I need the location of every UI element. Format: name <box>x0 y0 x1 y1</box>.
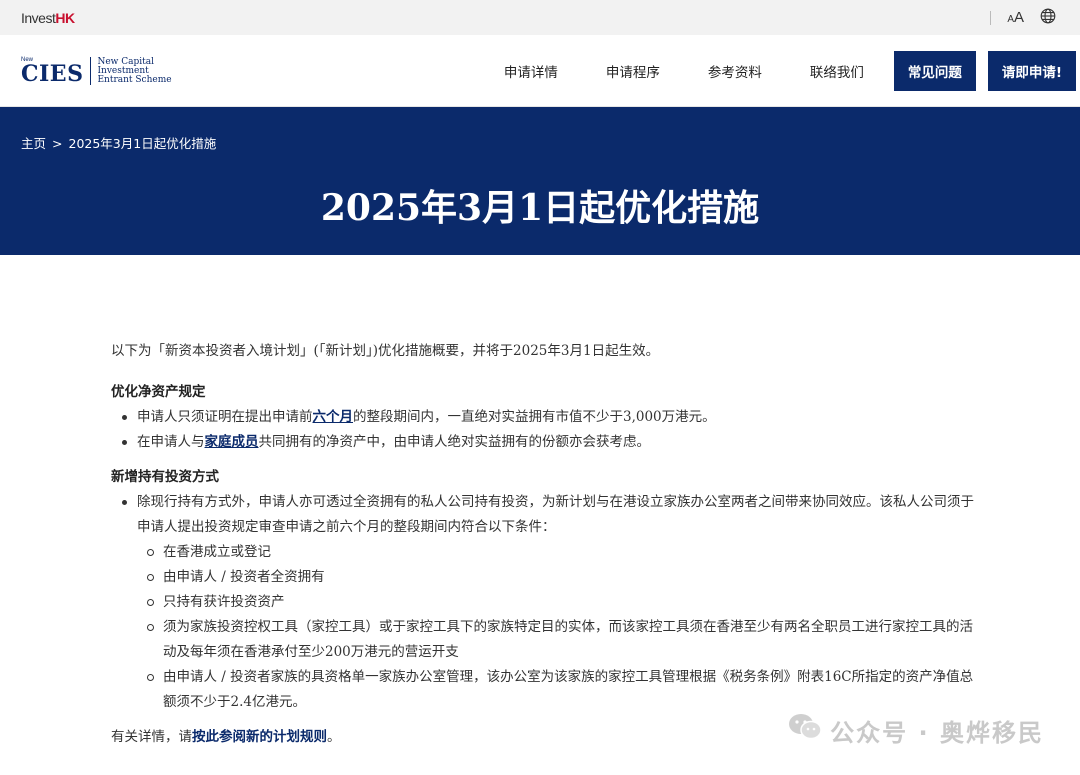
logo-full-name: New Capital Investment Entrant Scheme <box>97 56 172 85</box>
breadcrumb-current: 2025年3月1日起优化措施 <box>68 136 217 151</box>
globe-icon[interactable] <box>1040 8 1056 28</box>
wechat-icon <box>788 712 822 748</box>
faq-button[interactable]: 常见问题 <box>893 50 976 91</box>
sub-list-item: 须为家族投资控权工具（家控工具）或于家控工具下的家族特定目的实体，而该家控工具须… <box>137 615 975 665</box>
sub-list-item: 由申请人 / 投资者家族的具资格单一家族办公室管理，该办公室为该家族的家控工具管… <box>137 665 975 715</box>
intro-paragraph: 以下为「新资本投资者入境计划」(「新计划」)优化措施概要，并将于2025年3月1… <box>111 343 660 359</box>
cies-logo[interactable]: New CIES New Capital Investment Entrant … <box>21 56 172 85</box>
section-title-net-assets: 优化净资产规定 <box>111 384 206 400</box>
nav-application-details[interactable]: 申请详情 <box>480 61 582 81</box>
page-title: 2025年3月1日起优化措施 <box>320 187 760 229</box>
utility-divider <box>990 10 992 25</box>
page-hero: 主页 >2025年3月1日起优化措施 2025年3月1日起优化措施 <box>0 107 1080 255</box>
family-members-link[interactable]: 家庭成员 <box>205 434 259 450</box>
holding-methods-list: 除现行持有方式外，申请人亦可透过全资拥有的私人公司持有投资，为新计划与在港设立家… <box>111 490 975 715</box>
top-utility-bar: InvestHK AA <box>0 0 1080 35</box>
breadcrumb: 主页 >2025年3月1日起优化措施 <box>21 133 216 152</box>
list-item: 在申请人与家庭成员共同拥有的净资产中，由申请人绝对实益拥有的份额亦会获考虑。 <box>111 430 975 455</box>
apply-now-button[interactable]: 请即申请! <box>987 50 1076 91</box>
nav-references[interactable]: 参考资料 <box>684 61 786 81</box>
scheme-rules-link[interactable]: 按此参阅新的计划规则 <box>192 729 327 745</box>
breadcrumb-home[interactable]: 主页 <box>21 136 46 151</box>
watermark: 公众号 · 奥烨移民 <box>788 712 1044 748</box>
investhk-logo[interactable]: InvestHK <box>21 10 75 26</box>
net-assets-list: 申请人只须证明在提出申请前六个月的整段期间内，一直绝对实益拥有市值不少于3,00… <box>111 405 975 455</box>
main-content: 以下为「新资本投资者入境计划」(「新计划」)优化措施概要，并将于2025年3月1… <box>0 255 975 750</box>
main-header: New CIES New Capital Investment Entrant … <box>0 35 1080 107</box>
breadcrumb-separator: > <box>52 136 63 151</box>
nav-application-procedure[interactable]: 申请程序 <box>582 61 684 81</box>
sub-list-item: 只持有获许投资资产 <box>137 590 975 615</box>
conditions-sublist: 在香港成立或登记 由申请人 / 投资者全资拥有 只持有获许投资资产 须为家族投资… <box>137 540 975 715</box>
six-months-link[interactable]: 六个月 <box>313 409 354 425</box>
utility-controls: AA <box>990 8 1056 28</box>
sub-list-item: 在香港成立或登记 <box>137 540 975 565</box>
list-item: 申请人只须证明在提出申请前六个月的整段期间内，一直绝对实益拥有市值不少于3,00… <box>111 405 975 430</box>
main-nav: 申请详情 申请程序 参考资料 联络我们 常见问题 请即申请! <box>480 50 1076 91</box>
list-item: 除现行持有方式外，申请人亦可透过全资拥有的私人公司持有投资，为新计划与在港设立家… <box>111 490 975 715</box>
section-title-holding-methods: 新增持有投资方式 <box>111 469 219 485</box>
sub-list-item: 由申请人 / 投资者全资拥有 <box>137 565 975 590</box>
nav-contact-us[interactable]: 联络我们 <box>786 61 888 81</box>
font-size-toggle[interactable]: AA <box>1007 9 1024 27</box>
